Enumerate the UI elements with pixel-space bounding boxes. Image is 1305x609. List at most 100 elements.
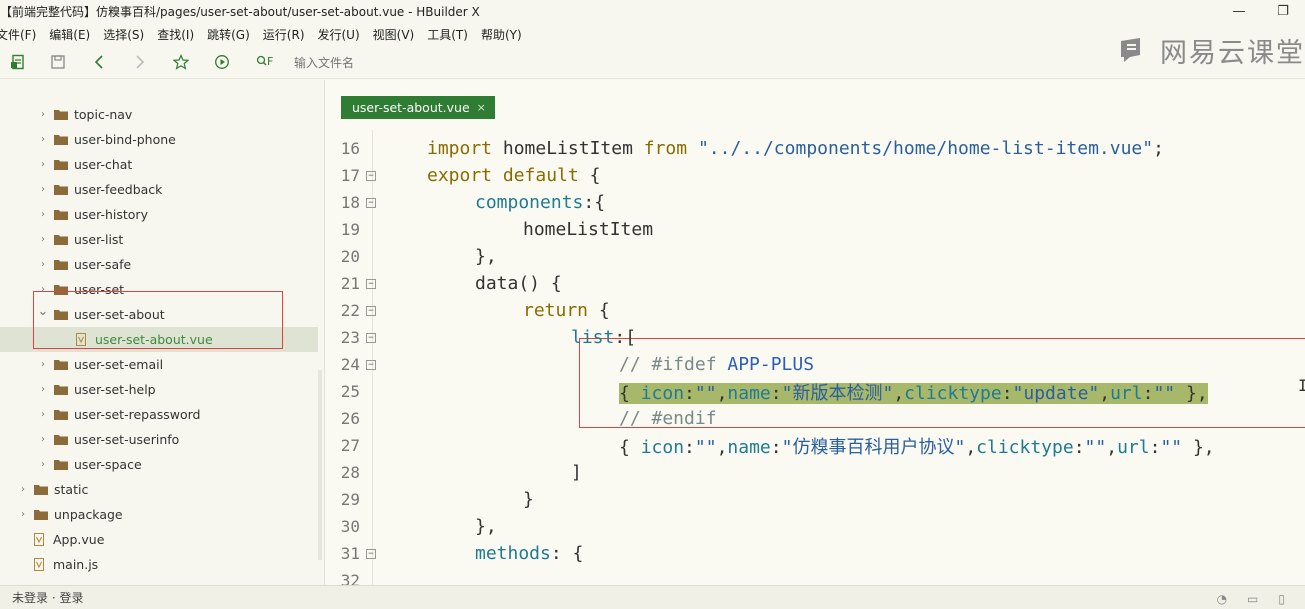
tree-item-user-set-help[interactable]: › user-set-help	[0, 377, 318, 402]
chevron-right-icon[interactable]: ›	[38, 234, 48, 245]
code-line[interactable]: 26 // #endif	[326, 405, 1305, 432]
code-line[interactable]: 23− list:[	[326, 324, 1305, 351]
watermark-text: 网易云课堂	[1160, 37, 1305, 69]
menu-item-1[interactable]: 编辑(E)	[49, 26, 90, 43]
sidebar-scrollbar[interactable]	[318, 370, 322, 560]
code-line[interactable]: 28]	[326, 459, 1305, 486]
tree-item-app-vue[interactable]: App.vue	[0, 527, 318, 552]
folder-icon	[54, 110, 68, 120]
code-line[interactable]: 16 import homeListItem from "../../compon…	[326, 135, 1305, 162]
code-line[interactable]: 29}	[326, 486, 1305, 513]
menu-item-9[interactable]: 帮助(Y)	[481, 26, 522, 43]
tree-item-label: user-safe	[74, 257, 132, 272]
tree-item-main-js[interactable]: main.js	[0, 552, 318, 577]
status-right-icons: ◔ ▭ ▯	[1217, 592, 1285, 606]
chat-icon[interactable]: ◔	[1217, 592, 1227, 606]
code-line[interactable]: 18− components:{	[326, 189, 1305, 216]
fold-toggle-icon[interactable]: −	[366, 170, 376, 181]
code-line[interactable]: 30},	[326, 513, 1305, 540]
minimize-button[interactable]: —	[1217, 0, 1261, 23]
menu-item-8[interactable]: 工具(T)	[427, 26, 468, 43]
chevron-right-icon[interactable]: ›	[38, 259, 48, 270]
folder-icon	[54, 435, 68, 445]
folder-icon	[54, 360, 68, 370]
forward-icon[interactable]	[130, 52, 150, 72]
code-text: homeListItem	[523, 219, 654, 240]
line-number: 32	[340, 571, 360, 585]
code-text: // #ifdef APP-PLUS	[619, 354, 815, 375]
back-icon[interactable]	[89, 52, 109, 72]
tab-close-icon[interactable]: ×	[477, 101, 486, 114]
tree-item-user-set-repassword[interactable]: › user-set-repassword	[0, 402, 318, 427]
menu-item-3[interactable]: 查找(I)	[157, 26, 194, 43]
chevron-right-icon[interactable]: ›	[38, 209, 48, 220]
code-text: },	[475, 246, 497, 267]
code-line[interactable]: 31− methods: {	[326, 540, 1305, 567]
run-icon[interactable]	[212, 52, 232, 72]
tab-user-set-about-vue[interactable]: user-set-about.vue ×	[341, 96, 495, 119]
chevron-right-icon[interactable]: ›	[38, 384, 48, 395]
tree-item-user-chat[interactable]: › user-chat	[0, 152, 318, 177]
fold-toggle-icon[interactable]: −	[366, 278, 376, 289]
menu-item-2[interactable]: 选择(S)	[103, 26, 144, 43]
code-line[interactable]: 32	[326, 567, 1305, 585]
restore-button[interactable]: ❐	[1261, 0, 1305, 23]
menu-item-7[interactable]: 视图(V)	[373, 26, 415, 43]
code-editor[interactable]: user-set-about.vue × I 16 import homeList…	[326, 80, 1305, 585]
fold-toggle-icon[interactable]: −	[366, 197, 376, 208]
chevron-right-icon[interactable]: ›	[38, 434, 48, 445]
tree-item-user-safe[interactable]: › user-safe	[0, 252, 318, 277]
menu-item-0[interactable]: 文件(F)	[0, 26, 36, 43]
annotation-box-sidebar	[33, 291, 283, 349]
file-search-input[interactable]	[294, 56, 694, 70]
code-line[interactable]: 17− export default {	[326, 162, 1305, 189]
code-line[interactable]: 20},	[326, 243, 1305, 270]
tree-item-unpackage[interactable]: › unpackage	[0, 502, 318, 527]
tree-item-user-set-email[interactable]: › user-set-email	[0, 352, 318, 377]
code-line[interactable]: 25 { icon:"",name:"新版本检测",clicktype:"upda…	[326, 378, 1305, 405]
save-icon[interactable]	[48, 52, 68, 72]
tree-item-topic-nav[interactable]: › topic-nav	[0, 102, 318, 127]
menu-item-5[interactable]: 运行(R)	[263, 26, 305, 43]
menu-item-6[interactable]: 发行(U)	[318, 26, 360, 43]
fold-toggle-icon[interactable]: −	[366, 305, 376, 316]
editor-tab-bar: user-set-about.vue ×	[326, 80, 1305, 126]
code-line[interactable]: 24− // #ifdef APP-PLUS	[326, 351, 1305, 378]
tree-item-label: user-space	[74, 457, 142, 472]
tree-item-label: user-feedback	[74, 182, 163, 197]
chevron-right-icon[interactable]: ›	[18, 484, 28, 495]
menu-item-4[interactable]: 跳转(G)	[207, 26, 250, 43]
code-text: ]	[571, 462, 582, 483]
chevron-right-icon[interactable]: ›	[38, 184, 48, 195]
fold-toggle-icon[interactable]: −	[366, 548, 376, 559]
chevron-right-icon[interactable]: ›	[38, 359, 48, 370]
tree-item-user-feedback[interactable]: › user-feedback	[0, 177, 318, 202]
code-line[interactable]: 27 { icon:"",name:"仿糗事百科用户协议",clicktype:"…	[326, 432, 1305, 459]
menu-bar: 文件(F) 编辑(E) 选择(S) 查找(I) 跳转(G) 运行(R) 发行(U) 视图(V)…	[0, 23, 1305, 46]
chevron-right-icon[interactable]: ›	[38, 159, 48, 170]
tree-item-user-space[interactable]: › user-space	[0, 452, 318, 477]
line-number: 26	[340, 409, 360, 428]
favorite-star-icon[interactable]	[171, 52, 191, 72]
code-text: methods: {	[475, 543, 584, 564]
login-status[interactable]: 未登录 · 登录	[12, 589, 83, 606]
tree-item-user-set-userinfo[interactable]: › user-set-userinfo	[0, 427, 318, 452]
line-number: 19	[340, 220, 360, 239]
chevron-right-icon[interactable]: ›	[38, 134, 48, 145]
fold-toggle-icon[interactable]: −	[366, 359, 376, 370]
chevron-right-icon[interactable]: ›	[18, 509, 28, 520]
tree-item-static[interactable]: › static	[0, 477, 318, 502]
minimize-panel-icon[interactable]: ▭	[1247, 592, 1258, 606]
code-line[interactable]: 22− return {	[326, 297, 1305, 324]
tree-item-user-list[interactable]: › user-list	[0, 227, 318, 252]
tree-item-user-bind-phone[interactable]: › user-bind-phone	[0, 127, 318, 152]
code-line[interactable]: 19 homeListItem	[326, 216, 1305, 243]
chevron-right-icon[interactable]: ›	[38, 109, 48, 120]
tree-item-user-history[interactable]: › user-history	[0, 202, 318, 227]
fold-toggle-icon[interactable]: −	[366, 332, 376, 343]
chevron-right-icon[interactable]: ›	[38, 459, 48, 470]
close-panel-icon[interactable]: ▯	[1278, 592, 1285, 606]
new-file-icon[interactable]	[8, 52, 28, 72]
chevron-right-icon[interactable]: ›	[38, 409, 48, 420]
code-line[interactable]: 21− data() {	[326, 270, 1305, 297]
